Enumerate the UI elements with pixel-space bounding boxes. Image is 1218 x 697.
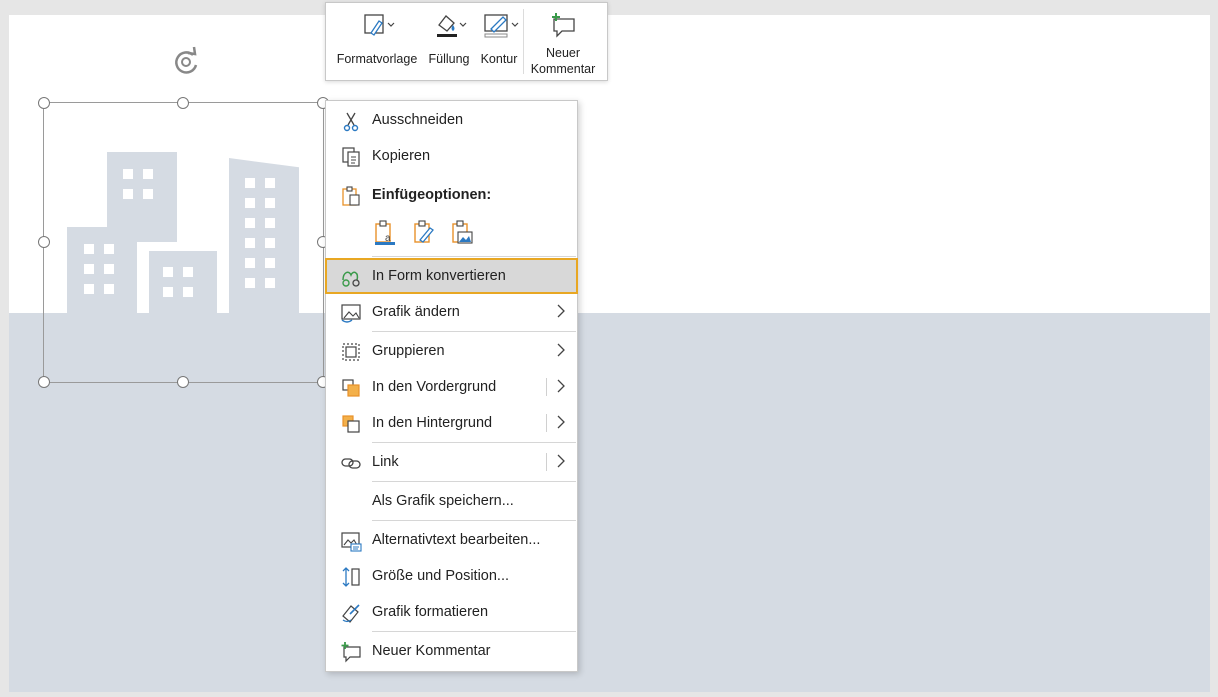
menu-item-save-as-graphic[interactable]: Als Grafik speichern... [326, 484, 577, 518]
menu-item-link[interactable]: Link [326, 445, 577, 479]
resize-handle-bottom-left[interactable] [38, 376, 50, 388]
style-icon [364, 14, 395, 36]
menu-item-size-position[interactable]: Größe und Position... [326, 559, 577, 593]
bring-forward-icon [342, 379, 360, 397]
menu-separator [372, 631, 576, 632]
menu-item-new-comment[interactable]: Neuer Kommentar [326, 634, 577, 668]
menu-item-format-graphic[interactable]: Grafik formatieren [326, 595, 577, 629]
chevron-right-icon[interactable] [555, 414, 567, 430]
scissors-icon [343, 112, 359, 132]
resize-handle-left[interactable] [38, 236, 50, 248]
menu-item-convert-to-shape[interactable]: In Form konvertieren [325, 258, 578, 294]
rotate-handle-icon[interactable] [169, 45, 203, 79]
paste-keep-source-icon[interactable]: a [373, 220, 397, 246]
menu-item-change-graphic[interactable]: Grafik ändern [326, 295, 577, 329]
menu-label-bring-forward: In den Vordergrund [372, 379, 497, 395]
chevron-right-icon [557, 304, 565, 318]
style-button[interactable]: Formatvorlage [334, 11, 420, 66]
menu-item-cut[interactable]: Ausschneiden [326, 103, 577, 137]
paste-clipboard-icon [342, 186, 360, 206]
size-position-icon [342, 567, 360, 587]
menu-label-send-backward: In den Hintergrund [372, 415, 493, 431]
fill-label: Füllung [428, 52, 470, 66]
paint-bucket-icon [437, 15, 467, 37]
change-graphic-icon [341, 304, 361, 323]
menu-label-size-position: Größe und Position... [372, 568, 510, 584]
alt-text-icon [341, 532, 362, 552]
group-icon [342, 343, 360, 361]
menu-label-link: Link [372, 454, 399, 470]
menu-item-bring-forward[interactable]: In den Vordergrund [326, 370, 577, 404]
menu-item-copy[interactable]: Kopieren [326, 139, 577, 173]
resize-handle-top-left[interactable] [38, 97, 50, 109]
menu-separator [372, 520, 576, 521]
format-graphic-icon [342, 604, 360, 623]
menu-label-alt-text: Alternativtext bearbeiten... [372, 532, 541, 548]
menu-separator [372, 481, 576, 482]
menu-label-paste-options: Einfügeoptionen: [372, 187, 492, 203]
menu-label-copy: Kopieren [372, 148, 431, 164]
new-comment-label-line2: Kommentar [530, 62, 596, 76]
menu-separator [372, 442, 576, 443]
resize-handle-bottom[interactable] [177, 376, 189, 388]
menu-label-save-as-graphic: Als Grafik speichern... [372, 493, 514, 509]
paste-as-picture-icon[interactable] [450, 220, 474, 246]
send-backward-icon [342, 415, 360, 433]
convert-to-shape-icon [342, 271, 360, 287]
new-comment-icon [552, 13, 575, 38]
new-comment-icon [341, 642, 361, 663]
split-separator [546, 453, 547, 471]
menu-item-group[interactable]: Gruppieren [326, 334, 577, 368]
fill-button[interactable]: Füllung [426, 11, 472, 66]
new-comment-button[interactable]: Neuer Kommentar [526, 11, 600, 76]
pen-outline-icon [484, 14, 519, 38]
slide-canvas[interactable] [9, 15, 1210, 692]
selection-frame [43, 102, 324, 383]
copy-icon [342, 147, 360, 167]
menu-separator [372, 331, 576, 332]
menu-item-send-backward[interactable]: In den Hintergrund [326, 406, 577, 440]
split-separator [546, 378, 547, 396]
chevron-right-icon[interactable] [555, 378, 567, 394]
split-separator [546, 414, 547, 432]
resize-handle-top[interactable] [177, 97, 189, 109]
mini-toolbar: Formatvorlage Füllung Kontur Neuer Komme… [325, 2, 608, 81]
menu-item-paste-options: Einfügeoptionen: [326, 178, 577, 212]
menu-label-change-graphic: Grafik ändern [372, 304, 460, 320]
paste-destination-theme-icon[interactable] [412, 220, 436, 246]
menu-item-alt-text[interactable]: Alternativtext bearbeiten... [326, 523, 577, 557]
outline-label: Kontur [480, 52, 518, 66]
menu-label-new-comment: Neuer Kommentar [372, 643, 491, 659]
chevron-right-icon[interactable] [555, 453, 567, 469]
menu-label-cut: Ausschneiden [372, 112, 464, 128]
chevron-right-icon [557, 343, 565, 357]
menu-label-format-graphic: Grafik formatieren [372, 604, 489, 620]
context-menu: Ausschneiden Kopieren Einfügeoptionen: a [325, 100, 578, 672]
outline-button[interactable]: Kontur [476, 11, 522, 66]
menu-label-group: Gruppieren [372, 343, 445, 359]
new-comment-label-line1: Neuer [545, 46, 581, 60]
link-icon [341, 458, 361, 469]
menu-label-convert-to-shape: In Form konvertieren [372, 268, 506, 284]
menu-separator [372, 256, 576, 257]
toolbar-separator [523, 9, 524, 74]
style-label: Formatvorlage [336, 52, 418, 66]
